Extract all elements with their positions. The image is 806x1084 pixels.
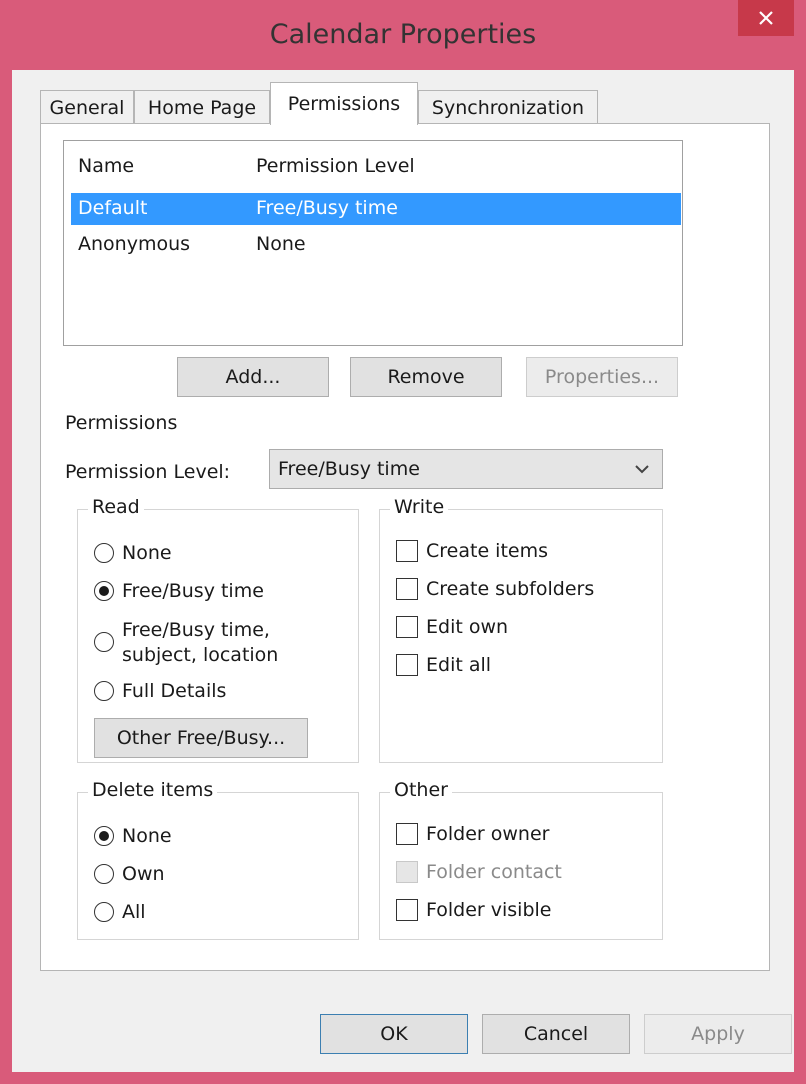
option-label-line-1: Free/Busy time, xyxy=(122,619,270,641)
option-label: Full Details xyxy=(122,680,227,702)
checkbox[interactable] xyxy=(396,578,418,600)
option-label: Create subfolders xyxy=(426,578,595,600)
permissions-tab-panel: Name Permission Level Default Free/Busy … xyxy=(40,123,770,971)
window-title: Calendar Properties xyxy=(269,19,537,50)
title-bar[interactable]: Calendar Properties xyxy=(0,0,806,80)
tab-label: Home Page xyxy=(147,96,257,119)
other-group-label: Other xyxy=(390,779,452,801)
read-option-free-busy-time[interactable]: Free/Busy time xyxy=(94,580,264,602)
permissions-list[interactable]: Name Permission Level Default Free/Busy … xyxy=(63,140,683,346)
checkbox[interactable] xyxy=(396,899,418,921)
option-label: Free/Busy time xyxy=(122,580,264,602)
dialog-window: Calendar Properties General Home Page Pe… xyxy=(0,0,806,1084)
cancel-button[interactable]: Cancel xyxy=(482,1014,630,1054)
row-permission-level: None xyxy=(256,233,306,255)
tab-home-page[interactable]: Home Page xyxy=(134,90,270,124)
checkbox[interactable] xyxy=(396,823,418,845)
read-group-label: Read xyxy=(88,496,144,518)
checkbox xyxy=(396,861,418,883)
option-label: Edit own xyxy=(426,616,509,638)
radio-button[interactable] xyxy=(94,632,114,652)
row-name: Default xyxy=(78,197,148,219)
permission-level-value: Free/Busy time xyxy=(278,458,420,480)
radio-button[interactable] xyxy=(94,826,114,846)
close-button[interactable] xyxy=(738,0,794,36)
delete-option-all[interactable]: All xyxy=(94,901,146,923)
other-option-folder-visible[interactable]: Folder visible xyxy=(396,899,552,921)
list-row-anonymous[interactable]: Anonymous None xyxy=(71,229,681,261)
option-label: Folder visible xyxy=(426,899,552,921)
option-label: Free/Busy time, subject, location xyxy=(122,618,278,668)
other-free-busy-button[interactable]: Other Free/Busy... xyxy=(94,718,308,758)
row-name: Anonymous xyxy=(78,233,191,255)
write-group: Write Create items Create subfolders Edi… xyxy=(379,496,663,763)
chevron-down-icon xyxy=(635,465,649,474)
other-group: Other Folder owner Folder contact Folder… xyxy=(379,779,663,940)
option-label: None xyxy=(122,542,172,564)
option-label-line-2: subject, location xyxy=(122,644,279,666)
option-label: Own xyxy=(122,863,165,885)
permissions-group-label: Permissions xyxy=(61,412,182,434)
delete-items-group-label: Delete items xyxy=(88,779,218,801)
column-header-name[interactable]: Name xyxy=(78,155,134,177)
checkbox[interactable] xyxy=(396,654,418,676)
permission-level-label: Permission Level: xyxy=(65,461,231,483)
checkbox[interactable] xyxy=(396,540,418,562)
read-option-full-details[interactable]: Full Details xyxy=(94,680,226,702)
delete-option-own[interactable]: Own xyxy=(94,863,165,885)
properties-button[interactable]: Properties... xyxy=(526,357,678,397)
radio-button[interactable] xyxy=(94,864,114,884)
tab-synchronization[interactable]: Synchronization xyxy=(418,90,598,124)
delete-option-none[interactable]: None xyxy=(94,825,172,847)
tab-general[interactable]: General xyxy=(40,90,134,124)
other-option-folder-owner[interactable]: Folder owner xyxy=(396,823,549,845)
write-option-create-items[interactable]: Create items xyxy=(396,540,548,562)
delete-items-group: Delete items None Own All xyxy=(77,779,359,940)
option-label: Folder contact xyxy=(426,861,562,883)
checkbox[interactable] xyxy=(396,616,418,638)
radio-button[interactable] xyxy=(94,681,114,701)
other-option-folder-contact: Folder contact xyxy=(396,861,562,883)
option-label: Edit all xyxy=(426,654,492,676)
list-header: Name Permission Level xyxy=(64,141,682,187)
option-label: All xyxy=(122,901,146,923)
ok-button[interactable]: OK xyxy=(320,1014,468,1054)
option-label: Create items xyxy=(426,540,548,562)
read-group: Read None Free/Busy time Free/Busy time,… xyxy=(77,496,359,763)
write-option-create-subfolders[interactable]: Create subfolders xyxy=(396,578,594,600)
list-row-default[interactable]: Default Free/Busy time xyxy=(71,193,681,225)
close-icon xyxy=(759,11,773,25)
read-option-none[interactable]: None xyxy=(94,542,172,564)
add-button[interactable]: Add... xyxy=(177,357,329,397)
write-option-edit-all[interactable]: Edit all xyxy=(396,654,491,676)
apply-button[interactable]: Apply xyxy=(644,1014,792,1054)
read-option-free-busy-subject-location[interactable]: Free/Busy time, subject, location xyxy=(94,618,278,668)
tab-permissions[interactable]: Permissions xyxy=(270,82,418,125)
remove-button[interactable]: Remove xyxy=(350,357,502,397)
write-option-edit-own[interactable]: Edit own xyxy=(396,616,508,638)
radio-button[interactable] xyxy=(94,902,114,922)
tab-label: Permissions xyxy=(287,93,401,115)
radio-button[interactable] xyxy=(94,543,114,563)
permission-level-dropdown[interactable]: Free/Busy time xyxy=(269,449,663,489)
write-group-label: Write xyxy=(390,496,449,518)
radio-button[interactable] xyxy=(94,581,114,601)
tab-label: Synchronization xyxy=(431,96,585,119)
row-permission-level: Free/Busy time xyxy=(256,197,398,219)
dialog-body: General Home Page Permissions Synchroniz… xyxy=(12,70,794,1072)
column-header-permission-level[interactable]: Permission Level xyxy=(256,155,415,177)
tab-label: General xyxy=(49,96,125,119)
option-label: Folder owner xyxy=(426,823,550,845)
option-label: None xyxy=(122,825,172,847)
